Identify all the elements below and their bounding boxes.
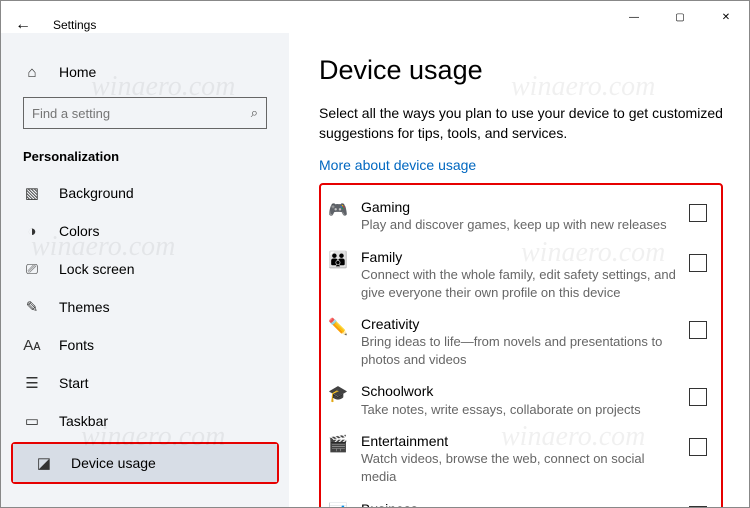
sidebar-item-label: Lock screen (59, 261, 134, 277)
search-input[interactable] (32, 106, 251, 121)
sidebar-item-themes[interactable]: ✎ Themes (1, 288, 289, 326)
option-schoolwork[interactable]: 🎓 Schoolwork Take notes, write essays, c… (323, 375, 711, 425)
option-business[interactable]: 📊 Business Track expenses, manage custom… (323, 493, 711, 508)
sidebar-item-label: Colors (59, 223, 99, 239)
app-title: Settings (53, 18, 96, 32)
sidebar-item-start[interactable]: ☰ Start (1, 364, 289, 402)
fonts-icon: Aᴀ (23, 337, 41, 354)
sidebar-item-home[interactable]: ⌂ Home (1, 53, 289, 91)
option-gaming[interactable]: 🎮 Gaming Play and discover games, keep u… (323, 191, 711, 241)
option-creativity[interactable]: ✏️ Creativity Bring ideas to life—from n… (323, 308, 711, 375)
device-usage-icon: ◪ (35, 454, 53, 472)
option-title: Family (361, 248, 677, 266)
option-desc: Connect with the whole family, edit safe… (361, 266, 677, 301)
entertainment-icon: 🎬 (327, 432, 349, 454)
sidebar-item-device-usage[interactable]: ◪ Device usage (13, 444, 277, 482)
close-button[interactable]: ✕ (703, 1, 749, 33)
sidebar-item-background[interactable]: ▧ Background (1, 174, 289, 212)
family-checkbox[interactable] (689, 254, 707, 272)
business-icon: 📊 (327, 500, 349, 508)
family-icon: 👪 (327, 248, 349, 270)
sidebar-item-label: Device usage (71, 455, 156, 471)
schoolwork-icon: 🎓 (327, 382, 349, 404)
sidebar-item-label: Start (59, 375, 89, 391)
option-desc: Bring ideas to life—from novels and pres… (361, 333, 677, 368)
gaming-icon: 🎮 (327, 198, 349, 220)
sidebar-item-label: Fonts (59, 337, 94, 353)
option-title: Creativity (361, 315, 677, 333)
gaming-checkbox[interactable] (689, 204, 707, 222)
learn-more-link[interactable]: More about device usage (319, 157, 476, 173)
sidebar-item-lockscreen[interactable]: ⎚ Lock screen (1, 250, 289, 288)
page-description: Select all the ways you plan to use your… (319, 104, 723, 143)
option-entertainment[interactable]: 🎬 Entertainment Watch videos, browse the… (323, 425, 711, 492)
option-title: Business (361, 500, 677, 508)
main-content: Device usage Select all the ways you pla… (289, 33, 749, 507)
option-family[interactable]: 👪 Family Connect with the whole family, … (323, 241, 711, 308)
entertainment-checkbox[interactable] (689, 438, 707, 456)
option-title: Schoolwork (361, 382, 677, 400)
lockscreen-icon: ⎚ (23, 261, 41, 278)
back-icon[interactable]: ← (15, 16, 31, 34)
option-desc: Watch videos, browse the web, connect on… (361, 450, 677, 485)
home-icon: ⌂ (23, 64, 41, 81)
sidebar-item-label: Taskbar (59, 413, 108, 429)
sidebar-item-label: Home (59, 64, 96, 80)
section-label: Personalization (1, 143, 289, 174)
taskbar-icon: ▭ (23, 412, 41, 430)
search-box[interactable]: ⌕ (23, 97, 267, 129)
option-desc: Play and discover games, keep up with ne… (361, 216, 677, 234)
device-usage-options: 🎮 Gaming Play and discover games, keep u… (319, 183, 723, 507)
minimize-button[interactable]: — (611, 1, 657, 33)
sidebar-item-label: Background (59, 185, 134, 201)
colors-icon: ◑ (23, 223, 41, 240)
option-title: Gaming (361, 198, 677, 216)
page-title: Device usage (319, 55, 723, 86)
option-desc: Take notes, write essays, collaborate on… (361, 401, 677, 419)
background-icon: ▧ (23, 184, 41, 202)
sidebar-item-taskbar[interactable]: ▭ Taskbar (1, 402, 289, 440)
creativity-icon: ✏️ (327, 315, 349, 337)
sidebar-item-colors[interactable]: ◑ Colors (1, 212, 289, 250)
start-icon: ☰ (23, 374, 41, 392)
sidebar-item-fonts[interactable]: Aᴀ Fonts (1, 326, 289, 364)
option-title: Entertainment (361, 432, 677, 450)
sidebar: ← Settings ⌂ Home ⌕ Personalization ▧ Ba… (1, 33, 289, 507)
schoolwork-checkbox[interactable] (689, 388, 707, 406)
business-checkbox[interactable] (689, 506, 707, 508)
themes-icon: ✎ (23, 298, 41, 316)
sidebar-item-label: Themes (59, 299, 110, 315)
search-icon: ⌕ (251, 105, 258, 121)
creativity-checkbox[interactable] (689, 321, 707, 339)
maximize-button[interactable]: ▢ (657, 1, 703, 33)
